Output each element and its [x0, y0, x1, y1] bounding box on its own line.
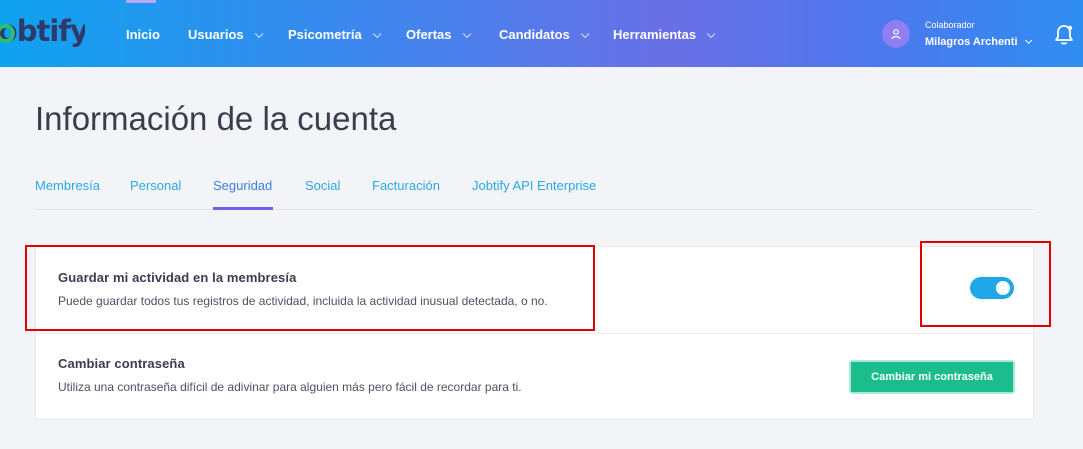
- tab-personal[interactable]: Personal: [130, 178, 181, 193]
- nav-ofertas-label: Ofertas: [406, 27, 452, 42]
- divider: [36, 333, 1033, 334]
- nav-herramientas-label: Herramientas: [613, 27, 697, 42]
- nav-psicometria[interactable]: Psicometría: [288, 27, 382, 42]
- nav-inicio[interactable]: Inicio: [126, 27, 160, 42]
- user-icon: [891, 29, 901, 40]
- nav-herramientas[interactable]: Herramientas: [613, 27, 716, 42]
- tab-membresia[interactable]: Membresía: [35, 178, 100, 193]
- password-setting-title: Cambiar contraseña: [58, 356, 185, 371]
- chevron-down-icon: [580, 29, 590, 39]
- active-nav-accent: [126, 0, 156, 3]
- account-tabs: Membresía Personal Seguridad Social Fact…: [35, 178, 1034, 210]
- nav-inicio-label: Inicio: [126, 27, 160, 42]
- toggle-highlight: [920, 241, 1051, 327]
- top-navbar: Jobtify Inicio Usuarios Psicometría Ofer…: [0, 0, 1083, 67]
- change-password-button[interactable]: Cambiar mi contraseña: [849, 360, 1015, 394]
- user-menu[interactable]: Milagros Archenti: [925, 36, 1032, 48]
- nav-psicometria-label: Psicometría: [288, 27, 362, 42]
- user-name: Milagros Archenti: [925, 36, 1018, 48]
- nav-ofertas[interactable]: Ofertas: [406, 27, 471, 42]
- chevron-down-icon: [1024, 36, 1032, 44]
- nav-candidatos-label: Candidatos: [499, 27, 570, 42]
- bell-icon: [1055, 25, 1073, 45]
- chevron-down-icon: [462, 29, 471, 39]
- password-setting-description: Utiliza una contraseña difícil de adivin…: [58, 380, 522, 394]
- chevron-down-icon: [706, 29, 716, 39]
- notifications-button[interactable]: [1053, 23, 1075, 47]
- chevron-down-icon: [372, 29, 382, 39]
- tab-social[interactable]: Social: [305, 178, 340, 193]
- tab-facturacion[interactable]: Facturación: [372, 178, 440, 193]
- tab-seguridad[interactable]: Seguridad: [213, 178, 272, 193]
- user-role: Colaborador: [925, 20, 975, 30]
- nav-usuarios-label: Usuarios: [188, 27, 244, 42]
- nav-candidatos[interactable]: Candidatos: [499, 27, 590, 42]
- tab-api-enterprise[interactable]: Jobtify API Enterprise: [472, 178, 596, 193]
- page-title: Información de la cuenta: [35, 100, 397, 137]
- jobtify-logo[interactable]: Jobtify: [0, 16, 85, 52]
- nav-usuarios[interactable]: Usuarios: [188, 27, 264, 42]
- activity-setting-highlight: [25, 245, 595, 331]
- chevron-down-icon: [254, 29, 264, 39]
- avatar[interactable]: [882, 20, 910, 48]
- active-tab-indicator: [213, 207, 273, 210]
